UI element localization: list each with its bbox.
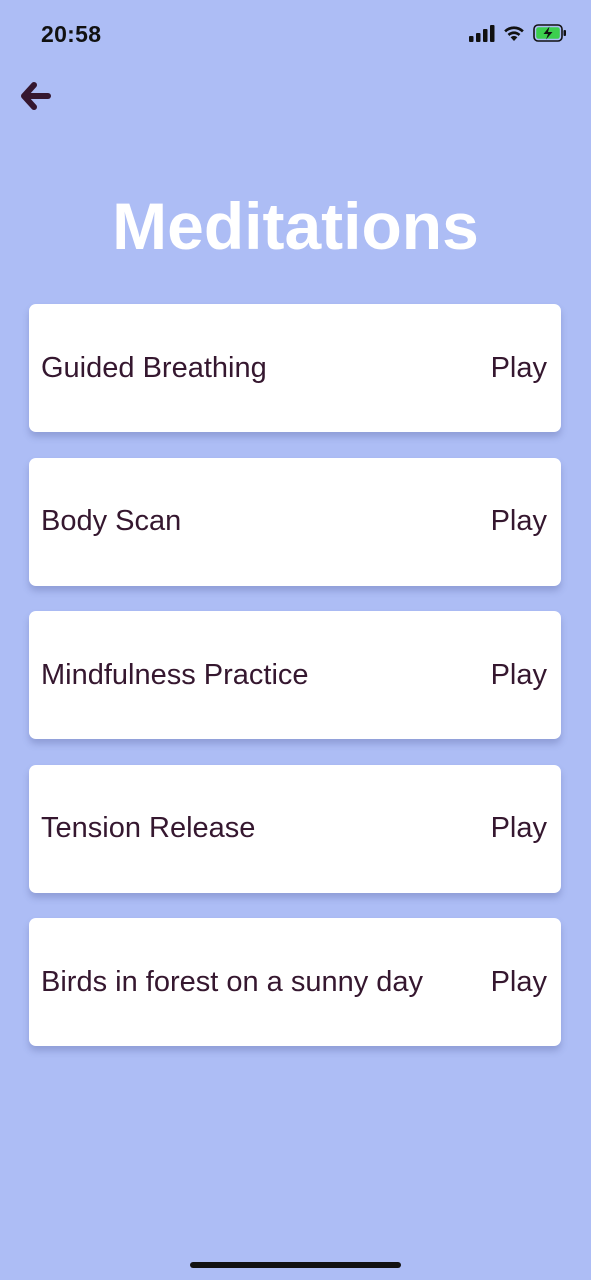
play-button[interactable]: Play — [491, 659, 547, 692]
cellular-signal-icon — [469, 24, 495, 47]
meditation-title: Mindfulness Practice — [41, 658, 309, 691]
meditation-title: Tension Release — [41, 812, 256, 844]
battery-charging-icon — [533, 24, 567, 47]
play-button[interactable]: Play — [491, 505, 547, 538]
meditation-title: Birds in forest on a sunny day — [41, 965, 424, 998]
arrow-left-icon — [20, 81, 52, 116]
page-title: Meditations — [112, 189, 479, 263]
meditation-card[interactable]: Body Scan Play — [29, 457, 561, 586]
meditation-card[interactable]: Mindfulness Practice Play — [29, 611, 561, 739]
meditation-list: Guided Breathing Play Body Scan Play Min… — [29, 304, 561, 1072]
status-time: 20:58 — [41, 21, 102, 47]
play-button[interactable]: Play — [491, 812, 547, 845]
meditation-card[interactable]: Birds in forest on a sunny day Play — [29, 918, 561, 1046]
play-button[interactable]: Play — [491, 352, 547, 385]
back-button[interactable] — [18, 80, 54, 116]
status-bar: 20:58 — [0, 0, 591, 70]
meditation-title: Guided Breathing — [41, 351, 267, 384]
meditation-card[interactable]: Tension Release Play — [29, 764, 561, 893]
home-indicator[interactable] — [190, 1262, 401, 1268]
meditation-card[interactable]: Guided Breathing Play — [29, 304, 561, 432]
play-button[interactable]: Play — [491, 966, 547, 999]
wifi-icon — [502, 24, 526, 47]
status-icons — [469, 24, 567, 47]
meditation-title: Body Scan — [41, 505, 182, 537]
